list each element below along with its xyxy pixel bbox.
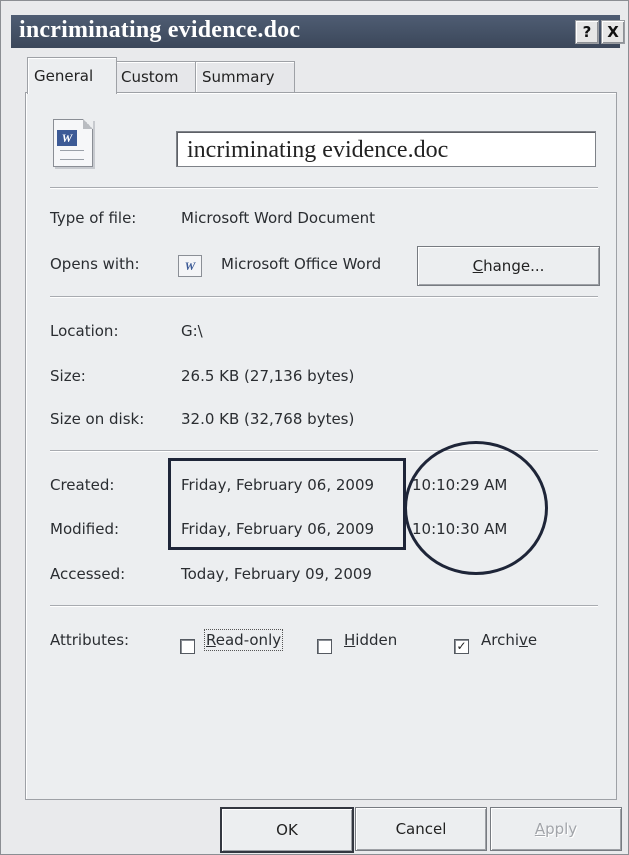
tab-general[interactable]: General (27, 57, 117, 94)
separator (50, 296, 598, 298)
time-highlight-circle (404, 441, 548, 575)
accessed-value: Today, February 09, 2009 (181, 565, 372, 583)
word-document-icon: W (53, 119, 93, 167)
separator (50, 605, 598, 607)
attributes-label: Attributes: (50, 631, 130, 649)
size-on-disk-value: 32.0 KB (32,768 bytes) (181, 410, 355, 428)
separator (50, 187, 598, 189)
tab-custom[interactable]: Custom (114, 61, 198, 92)
help-button[interactable]: ? (575, 20, 599, 44)
window-title: incriminating evidence.doc (19, 17, 301, 43)
created-label: Created: (50, 476, 115, 494)
title-bar[interactable]: incriminating evidence.doc ? X (11, 15, 625, 48)
location-value: G:\ (181, 322, 203, 340)
read-only-checkbox[interactable] (180, 639, 195, 654)
cancel-button[interactable]: Cancel (355, 807, 487, 851)
change-button[interactable]: Change... (417, 246, 600, 286)
size-label: Size: (50, 367, 86, 385)
date-highlight-rectangle (168, 458, 406, 550)
hidden-label[interactable]: Hidden (344, 631, 397, 649)
file-properties-dialog: incriminating evidence.doc ? X General C… (0, 0, 629, 855)
opens-with-label: Opens with: (50, 255, 140, 273)
type-of-file-value: Microsoft Word Document (181, 209, 376, 227)
accessed-label: Accessed: (50, 565, 126, 583)
modified-label: Modified: (50, 520, 120, 538)
close-button[interactable]: X (601, 20, 625, 44)
file-name-field[interactable]: incriminating evidence.doc (176, 131, 596, 167)
archive-label[interactable]: Archive (481, 631, 537, 649)
word-app-icon: W (178, 255, 202, 277)
hidden-checkbox[interactable] (317, 639, 332, 654)
location-label: Location: (50, 322, 119, 340)
type-of-file-label: Type of file: (50, 209, 137, 227)
size-on-disk-label: Size on disk: (50, 410, 145, 428)
tab-summary[interactable]: Summary (195, 61, 295, 92)
ok-button[interactable]: OK (220, 807, 354, 853)
general-tab-panel: W incriminating evidence.doc Type of fil… (25, 92, 617, 800)
apply-button[interactable]: Apply (490, 807, 622, 851)
opens-with-value: Microsoft Office Word (221, 255, 382, 273)
archive-checkbox[interactable]: ✓ (454, 639, 469, 654)
size-value: 26.5 KB (27,136 bytes) (181, 367, 355, 385)
read-only-label[interactable]: Read-only (203, 629, 284, 651)
